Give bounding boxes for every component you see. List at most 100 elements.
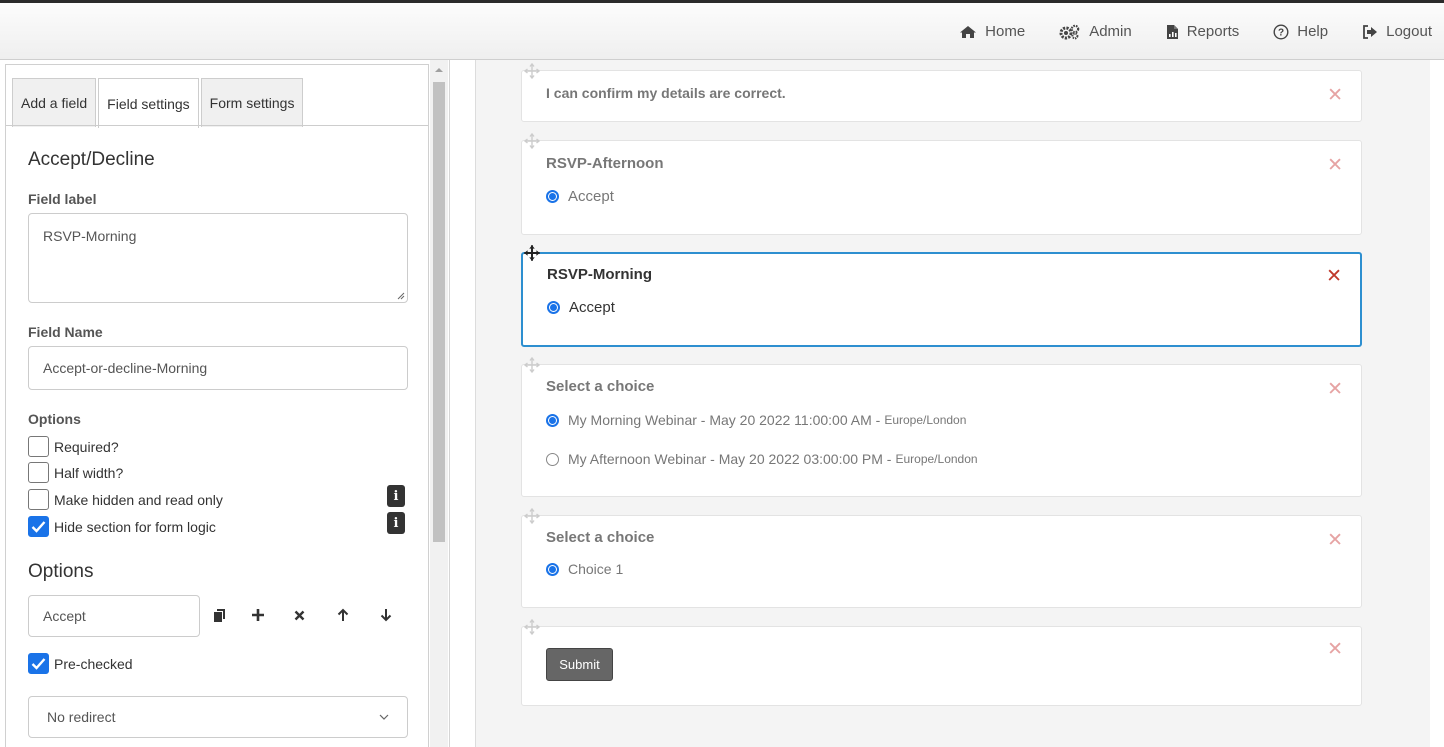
radio-label: My Morning Webinar - May 20 2022 11:00:0… bbox=[568, 412, 881, 428]
move-icon[interactable] bbox=[522, 508, 542, 524]
top-navbar: Home Admin Reports ? Help Logout bbox=[0, 0, 1444, 60]
scroll-up-arrow-icon[interactable] bbox=[433, 66, 445, 74]
hidden-readonly-checkbox[interactable] bbox=[28, 489, 49, 510]
hidden-readonly-info-icon[interactable]: i bbox=[387, 485, 405, 507]
radio-option[interactable]: Choice 1 bbox=[546, 561, 623, 577]
checkmark-icon bbox=[31, 521, 46, 533]
hide-section-checkbox-row[interactable]: Hide section for form logic bbox=[28, 516, 216, 537]
nav-reports[interactable]: Reports bbox=[1166, 23, 1240, 40]
submit-button[interactable]: Submit bbox=[546, 648, 613, 681]
hidden-readonly-checkbox-row[interactable]: Make hidden and read only bbox=[28, 489, 223, 510]
field-type-title: Accept/Decline bbox=[28, 149, 155, 170]
radio-option[interactable]: My Afternoon Webinar - May 20 2022 03:00… bbox=[546, 451, 978, 467]
panel-scrollbar[interactable] bbox=[430, 60, 448, 747]
half-width-checkbox-row[interactable]: Half width? bbox=[28, 462, 123, 483]
options-heading: Options bbox=[28, 411, 81, 427]
half-width-label: Half width? bbox=[54, 464, 124, 481]
file-chart-icon bbox=[1166, 24, 1178, 39]
radio-button[interactable] bbox=[546, 413, 559, 427]
form-field-card-choice[interactable]: Select a choice ✕ Choice 1 bbox=[521, 508, 1362, 608]
radio-label: Accept bbox=[568, 188, 614, 205]
remove-option-icon[interactable] bbox=[289, 605, 309, 625]
field-name-input[interactable]: Accept-or-decline-Morning bbox=[28, 346, 408, 390]
nav-home[interactable]: Home bbox=[959, 23, 1025, 40]
radio-label: My Afternoon Webinar - May 20 2022 03:00… bbox=[568, 451, 892, 467]
radio-option[interactable]: My Morning Webinar - May 20 2022 11:00:0… bbox=[546, 412, 966, 428]
nav-admin-label: Admin bbox=[1089, 23, 1132, 40]
half-width-checkbox[interactable] bbox=[28, 462, 49, 483]
hide-section-info-icon[interactable]: i bbox=[387, 512, 405, 534]
option-value: Accept bbox=[43, 608, 86, 624]
radio-button[interactable] bbox=[546, 190, 559, 203]
radio-option[interactable]: Accept bbox=[546, 188, 614, 205]
radio-option[interactable]: Accept bbox=[547, 299, 615, 316]
nav-links: Home Admin Reports ? Help Logout bbox=[925, 3, 1432, 60]
delete-field-icon[interactable]: ✕ bbox=[1327, 638, 1343, 661]
nav-logout[interactable]: Logout bbox=[1362, 23, 1432, 40]
timezone-label: Europe/London bbox=[895, 452, 978, 466]
delete-field-icon[interactable]: ✕ bbox=[1327, 378, 1343, 401]
field-label-value: RSVP-Morning bbox=[43, 228, 137, 244]
move-icon[interactable] bbox=[522, 63, 542, 79]
radio-label: Choice 1 bbox=[568, 561, 624, 577]
required-label: Required? bbox=[54, 438, 119, 455]
nav-logout-label: Logout bbox=[1386, 23, 1432, 40]
hide-section-checkbox[interactable] bbox=[28, 516, 49, 537]
move-icon[interactable] bbox=[522, 619, 542, 635]
field-settings-panel: Add a field Field settings Form settings… bbox=[0, 60, 450, 747]
field-title: Select a choice bbox=[546, 378, 655, 395]
required-checkbox-row[interactable]: Required? bbox=[28, 436, 119, 457]
move-icon[interactable] bbox=[522, 133, 542, 149]
move-cursor-icon[interactable] bbox=[521, 244, 543, 262]
radio-button[interactable] bbox=[546, 452, 559, 466]
nav-help[interactable]: ? Help bbox=[1273, 23, 1328, 40]
required-checkbox[interactable] bbox=[28, 436, 49, 457]
timezone-label: Europe/London bbox=[884, 413, 967, 427]
prechecked-checkbox-row[interactable]: Pre-checked bbox=[28, 653, 133, 674]
prechecked-checkbox[interactable] bbox=[28, 653, 49, 674]
radio-button[interactable] bbox=[547, 301, 560, 314]
redirect-selected-value: No redirect bbox=[47, 709, 116, 725]
settings-container: Add a field Field settings Form settings… bbox=[5, 64, 429, 747]
redirect-select[interactable]: No redirect bbox=[28, 696, 408, 738]
form-field-card-webinar-choice[interactable]: Select a choice ✕ My Morning Webinar - M… bbox=[521, 357, 1362, 497]
move-icon[interactable] bbox=[522, 357, 542, 373]
chevron-down-icon bbox=[379, 714, 389, 720]
delete-field-icon[interactable]: ✕ bbox=[1327, 154, 1343, 177]
radio-label: Accept bbox=[569, 299, 615, 316]
delete-field-icon[interactable]: ✕ bbox=[1327, 529, 1343, 552]
form-preview: I can confirm my details are correct. ✕ … bbox=[475, 60, 1430, 747]
move-up-icon[interactable] bbox=[333, 605, 353, 625]
home-icon bbox=[960, 25, 977, 38]
cogs-icon bbox=[1059, 24, 1080, 39]
hide-section-label: Hide section for form logic bbox=[54, 518, 216, 535]
tabs-divider bbox=[6, 125, 428, 126]
field-title: RSVP-Morning bbox=[547, 266, 652, 283]
option-value-input[interactable]: Accept bbox=[28, 595, 200, 637]
scrollbar-thumb[interactable] bbox=[433, 82, 445, 542]
tab-add-field[interactable]: Add a field bbox=[12, 78, 97, 127]
field-name-heading: Field Name bbox=[28, 324, 103, 340]
field-title: RSVP-Afternoon bbox=[546, 155, 664, 172]
delete-field-icon[interactable]: ✕ bbox=[1326, 265, 1342, 288]
nav-admin[interactable]: Admin bbox=[1059, 23, 1132, 40]
form-field-card-rsvp-morning[interactable]: RSVP-Morning ✕ Accept bbox=[521, 245, 1362, 347]
field-name-value: Accept-or-decline-Morning bbox=[43, 360, 208, 376]
nav-reports-label: Reports bbox=[1186, 23, 1240, 40]
move-down-icon[interactable] bbox=[376, 605, 396, 625]
options-title: Options bbox=[28, 561, 94, 582]
form-field-card-rsvp-afternoon[interactable]: RSVP-Afternoon ✕ Accept bbox=[521, 133, 1362, 235]
copy-icon[interactable] bbox=[209, 605, 229, 625]
field-label-heading: Field label bbox=[28, 191, 97, 207]
add-option-icon[interactable] bbox=[248, 605, 268, 625]
form-submit-card[interactable]: ✕ Submit bbox=[521, 619, 1362, 706]
form-field-card-confirm[interactable]: I can confirm my details are correct. ✕ bbox=[521, 63, 1362, 122]
tab-field-settings[interactable]: Field settings bbox=[98, 78, 199, 128]
radio-button[interactable] bbox=[546, 562, 559, 576]
hidden-readonly-label: Make hidden and read only bbox=[54, 491, 223, 508]
resize-grip-icon[interactable] bbox=[396, 291, 405, 300]
svg-text:?: ? bbox=[1278, 27, 1284, 38]
tab-form-settings[interactable]: Form settings bbox=[200, 78, 304, 127]
field-label-textarea[interactable]: RSVP-Morning bbox=[28, 213, 408, 303]
delete-field-icon[interactable]: ✕ bbox=[1327, 84, 1343, 107]
